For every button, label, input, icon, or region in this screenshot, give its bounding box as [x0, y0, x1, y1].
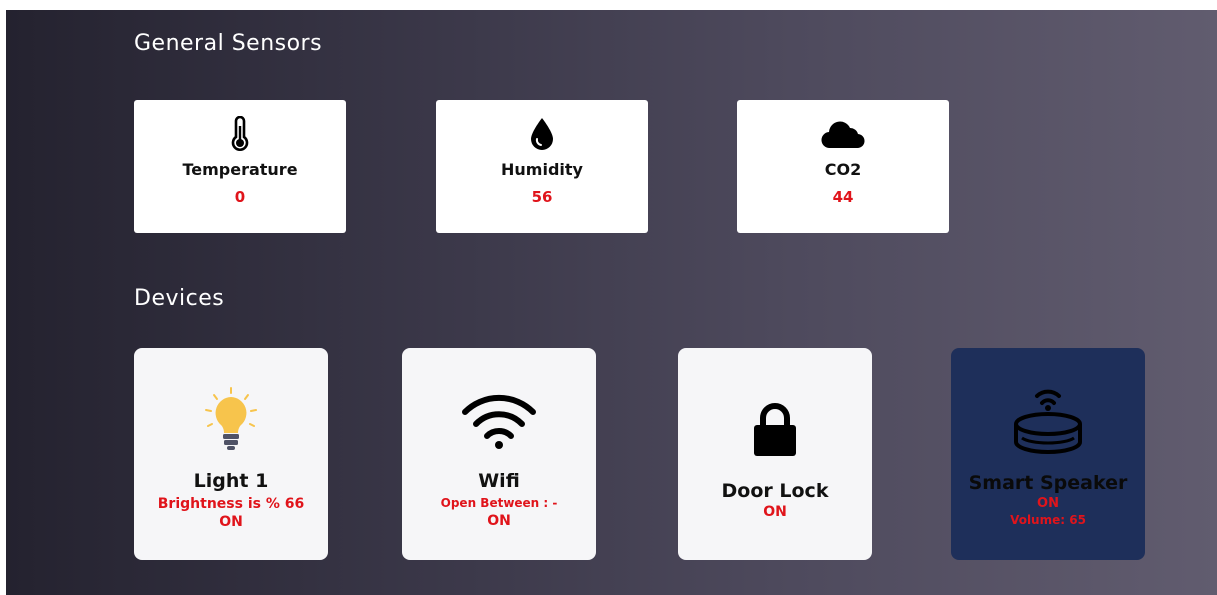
sensor-card-humidity[interactable]: Humidity 56 [436, 100, 648, 233]
volume-text: Volume: 65 [1010, 513, 1086, 527]
device-card-light[interactable]: Light 1 Brightness is % 66 ON [134, 348, 328, 560]
sensor-value: 56 [531, 188, 553, 206]
device-card-lock[interactable]: Door Lock ON [678, 348, 872, 560]
device-name: Light 1 [193, 470, 269, 492]
sensor-card-temperature[interactable]: Temperature 0 [134, 100, 346, 233]
device-name: Smart Speaker [968, 472, 1128, 494]
sensor-value: 44 [832, 188, 854, 206]
sensor-label: Humidity [501, 160, 583, 179]
light-bulb-icon [134, 386, 328, 456]
status-text: ON [1037, 496, 1059, 511]
sensor-label: CO2 [824, 160, 862, 179]
schedule-text: Open Between : - [440, 496, 558, 510]
wifi-icon [402, 392, 596, 450]
device-card-wifi[interactable]: Wifi Open Between : - ON [402, 348, 596, 560]
thermometer-icon [134, 116, 346, 152]
brightness-text: Brightness is % 66 [157, 496, 305, 512]
cloud-icon [737, 116, 949, 152]
general-sensors-title: General Sensors [134, 31, 323, 56]
device-name: Door Lock [721, 480, 829, 502]
status-text: ON [219, 514, 243, 530]
status-text: ON [487, 513, 511, 529]
devices-title: Devices [134, 286, 225, 311]
sensor-value: 0 [234, 188, 246, 206]
device-card-smart-speaker[interactable]: Smart Speaker ON Volume: 65 [951, 348, 1145, 560]
dashboard: General Sensors Temperature 0 Humidity 5… [6, 10, 1217, 595]
status-text: ON [763, 504, 787, 520]
lock-icon [678, 402, 872, 458]
sensor-card-co2[interactable]: CO2 44 [737, 100, 949, 233]
droplet-icon [436, 116, 648, 152]
device-name: Wifi [478, 470, 520, 492]
sensor-label: Temperature [182, 160, 298, 179]
smart-speaker-icon [951, 384, 1145, 460]
